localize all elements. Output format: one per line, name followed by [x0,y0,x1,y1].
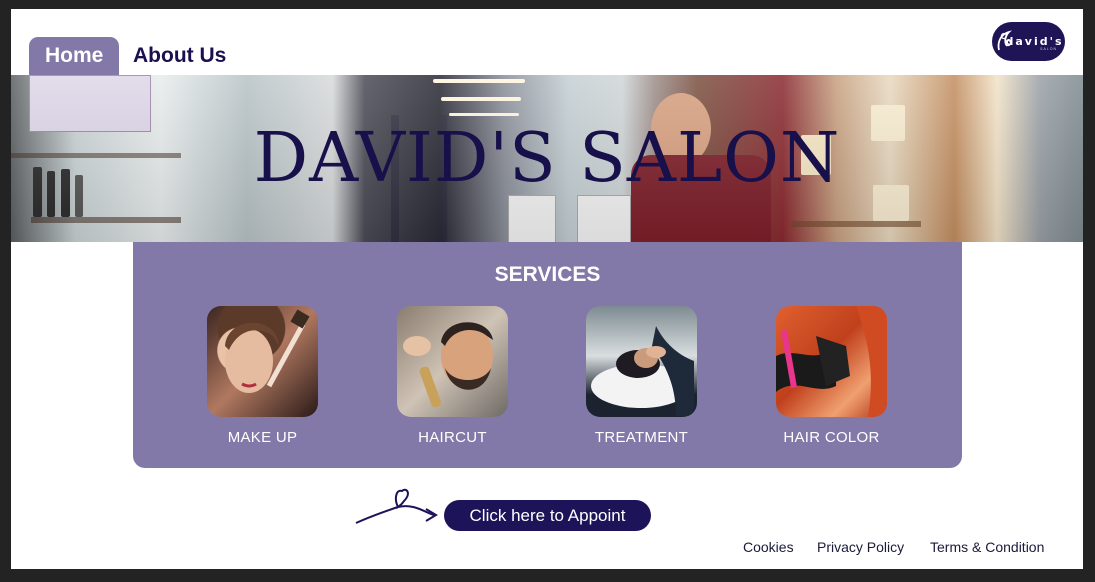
service-makeup[interactable]: MAKE UP [207,306,318,446]
services-panel: SERVICES MAKE UP HAIRCUT TREATMENT HAIR … [133,242,962,468]
treatment-photo-icon [586,306,697,417]
service-label-haircut: HAIRCUT [418,429,487,446]
page: Home About Us david's SALON DAVID'S SALO… [11,9,1083,569]
heart-arrow-icon [355,488,438,524]
service-haircut[interactable]: HAIRCUT [397,306,508,446]
service-treatment[interactable]: TREATMENT [586,306,697,446]
makeup-photo-icon [207,306,318,417]
footer-cookies-link[interactable]: Cookies [743,539,794,555]
nav-about-tab[interactable]: About Us [117,37,242,75]
hair-wash-icon [591,326,694,416]
services-title: SERVICES [494,263,601,286]
service-label-hair-color: HAIR COLOR [783,429,880,446]
service-label-makeup: MAKE UP [227,429,298,446]
footer-privacy-link[interactable]: Privacy Policy [817,539,904,555]
haircut-photo-icon [397,306,508,417]
scissors-icon [997,30,1012,51]
service-label-treatment: TREATMENT [594,429,689,446]
hero-title: DAVID'S SALON [253,119,841,198]
appoint-button[interactable]: Click here to Appoint [444,500,651,531]
makeup-brush-icon [225,309,310,393]
salon-logo[interactable]: david's SALON [992,22,1065,61]
hero-banner: DAVID'S SALON [11,75,1083,242]
logo-subtext: SALON [1040,47,1057,51]
footer-terms-link[interactable]: Terms & Condition [930,539,1044,555]
clipper-icon [403,322,493,408]
dye-brush-icon [776,306,887,417]
hair-color-photo-icon [776,306,887,417]
service-hair-color[interactable]: HAIR COLOR [776,306,887,446]
nav-home-tab[interactable]: Home [29,37,120,75]
